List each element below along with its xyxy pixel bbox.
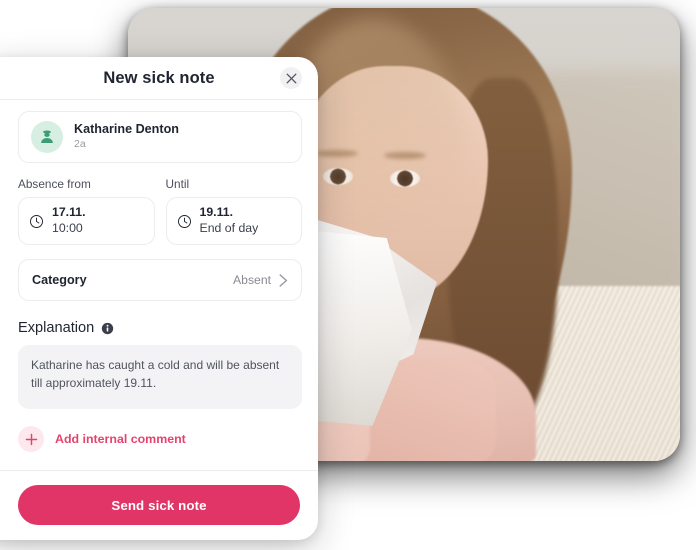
until-label: Until	[165, 177, 190, 191]
absence-from-field: Absence from 17.11. 10:00	[18, 177, 155, 245]
plus-icon-circle	[18, 426, 44, 452]
until-time: End of day	[199, 221, 259, 235]
person-group: 2a	[74, 138, 86, 151]
category-label: Category	[32, 273, 87, 287]
absence-from-label: Absence from	[18, 177, 91, 191]
clock-icon	[30, 214, 43, 228]
dialog-footer: Send sick note	[0, 470, 318, 540]
child-avatar-icon	[41, 130, 53, 143]
plus-icon	[25, 433, 37, 445]
clock-icon	[177, 214, 191, 228]
absence-from-time: 10:00	[52, 221, 83, 235]
close-icon	[286, 73, 296, 83]
send-sick-note-button[interactable]: Send sick note	[18, 485, 300, 525]
dialog-body: Katharine Denton 2a Absence from 17.11.	[0, 100, 318, 470]
explanation-text: Katharine has caught a cold and will be …	[31, 358, 280, 391]
until-input[interactable]: 19.11. End of day	[165, 197, 302, 245]
add-internal-comment-button[interactable]: Add internal comment	[18, 426, 302, 452]
avatar	[31, 121, 63, 153]
add-internal-comment-label: Add internal comment	[55, 432, 186, 446]
date-fields: Absence from 17.11. 10:00 Until 19.11. E…	[18, 177, 302, 245]
absence-from-date: 17.11.	[52, 205, 86, 220]
explanation-title: Explanation	[18, 320, 95, 336]
until-value: 19.11. End of day	[200, 205, 259, 237]
category-row[interactable]: Category Absent	[18, 259, 302, 301]
explanation-textbox[interactable]: Katharine has caught a cold and will be …	[18, 345, 302, 409]
category-value: Absent	[233, 273, 271, 287]
absence-from-input[interactable]: 17.11. 10:00	[18, 197, 155, 245]
dialog-header: New sick note	[0, 57, 318, 100]
person-name: Katharine Denton	[74, 122, 179, 137]
until-date: 19.11.	[199, 205, 234, 220]
chevron-right-icon	[279, 273, 288, 287]
new-sick-note-dialog: New sick note Katharine Denton 2a Absenc…	[0, 57, 318, 540]
person-info: Katharine Denton 2a	[74, 122, 179, 151]
info-icon[interactable]	[101, 322, 114, 335]
page-title: New sick note	[103, 68, 215, 87]
close-button[interactable]	[280, 67, 302, 89]
screenshot-root: New sick note Katharine Denton 2a Absenc…	[0, 0, 696, 550]
category-value-group: Absent	[233, 273, 289, 288]
person-row[interactable]: Katharine Denton 2a	[18, 111, 302, 163]
until-field: Until 19.11. End of day	[165, 177, 302, 245]
explanation-header: Explanation	[18, 320, 302, 336]
absence-from-value: 17.11. 10:00	[52, 205, 86, 237]
